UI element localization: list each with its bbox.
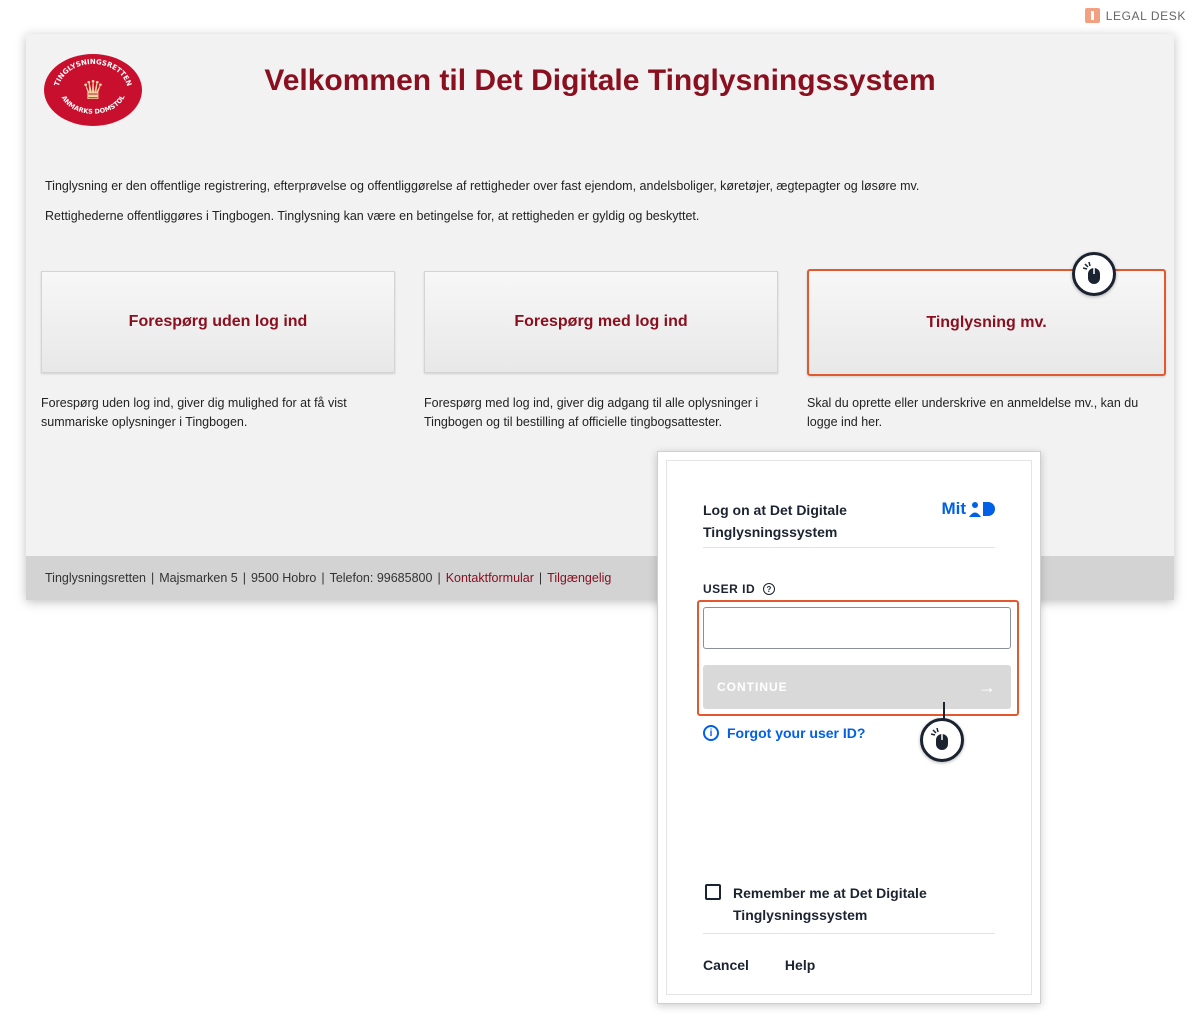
cancel-button[interactable]: Cancel — [703, 957, 749, 973]
intro-text: Tinglysning er den offentlige registreri… — [45, 178, 919, 238]
dialog-frame: Log on at Det Digitale Tinglysningssyste… — [666, 460, 1032, 995]
card-description: Forespørg uden log ind, giver dig muligh… — [41, 396, 347, 429]
info-icon: i — [703, 725, 719, 741]
footer-city: 9500 Hobro — [250, 571, 317, 585]
intro-paragraph: Rettighederne offentliggøres i Tingbogen… — [45, 209, 700, 223]
userid-input[interactable] — [703, 607, 1011, 649]
mouse-cursor-icon — [1072, 252, 1116, 296]
continue-button[interactable]: CONTINUE → — [703, 665, 1011, 709]
remember-me-option[interactable]: Remember me at Det Digitale Tinglysnings… — [705, 882, 963, 926]
brand-label: LEGAL DESK — [1105, 8, 1186, 23]
dialog-actions: Cancel Help — [703, 957, 815, 973]
mitid-logo: Mit — [941, 499, 995, 519]
remember-me-checkbox[interactable] — [705, 884, 721, 900]
arrow-right-icon: → — [978, 676, 997, 697]
contact-form-link[interactable]: Kontaktformular — [446, 571, 534, 585]
page-title: Velkommen til Det Digitale Tinglysningss… — [264, 64, 936, 97]
query-with-login-button[interactable]: Forespørg med log ind — [424, 271, 778, 373]
footer-address: Majsmarken 5 — [159, 571, 238, 585]
intro-paragraph: Tinglysning er den offentlige registreri… — [45, 179, 920, 193]
userid-label: USER ID ? — [703, 582, 776, 596]
continue-label: CONTINUE — [717, 680, 788, 694]
footer-org: Tinglysningsretten — [45, 571, 146, 585]
footer-phone: Telefon: 99685800 — [329, 571, 433, 585]
card-description: Forespørg med log ind, giver dig adgang … — [424, 396, 759, 429]
forgot-userid-link[interactable]: i Forgot your user ID? — [703, 725, 865, 741]
divider — [703, 933, 995, 934]
legal-desk-brand: LEGAL DESK — [1084, 8, 1186, 23]
remember-me-label: Remember me at Det Digitale Tinglysnings… — [733, 885, 927, 923]
dialog-title: Log on at Det Digitale Tinglysningssyste… — [703, 502, 847, 540]
forgot-userid-label: Forgot your user ID? — [727, 725, 866, 741]
mouse-cursor-icon — [920, 718, 964, 762]
mitid-logo-text: Mit — [941, 499, 966, 518]
divider — [703, 547, 995, 548]
mitid-id-icon — [969, 502, 995, 517]
query-without-login-button[interactable]: Forespørg uden log ind — [41, 271, 395, 373]
help-button[interactable]: Help — [785, 957, 815, 973]
help-icon[interactable]: ? — [763, 583, 776, 595]
userid-label-text: USER ID — [703, 582, 756, 596]
legal-desk-logo-icon — [1084, 8, 1100, 23]
accessibility-link[interactable]: Tilgængelig — [547, 571, 611, 585]
mitid-login-dialog: Log on at Det Digitale Tinglysningssyste… — [657, 451, 1041, 1004]
card-description: Skal du oprette eller underskrive en anm… — [807, 396, 1139, 429]
